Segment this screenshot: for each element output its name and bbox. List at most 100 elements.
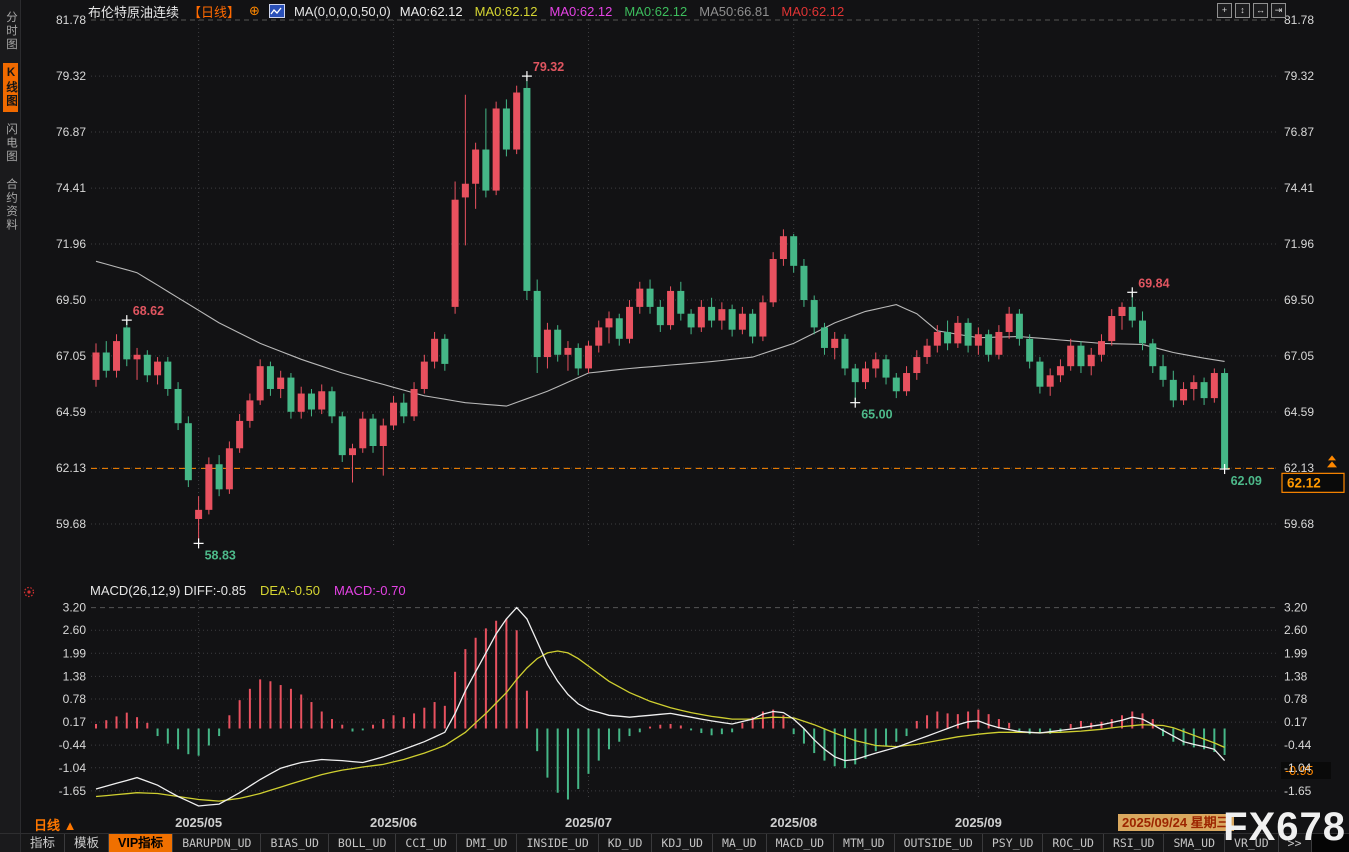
ma-value-4: MA50:66.81 bbox=[699, 4, 769, 19]
chart-toolbar: +↕↔⇥ bbox=[1217, 3, 1286, 18]
month-label-4: 2025/09 bbox=[943, 815, 1013, 830]
svg-text:0.78: 0.78 bbox=[63, 692, 87, 706]
tab-kdj_ud[interactable]: KDJ_UD bbox=[652, 834, 713, 852]
macd-macd-label: MACD:-0.70 bbox=[334, 583, 406, 598]
tab-inside_ud[interactable]: INSIDE_UD bbox=[517, 834, 598, 852]
candlestick-macd-chart[interactable]: 62.1281.7881.7879.3279.3276.8776.8774.41… bbox=[0, 0, 1349, 852]
tab-barupdn_ud[interactable]: BARUPDN_UD bbox=[173, 834, 261, 852]
tab-outside_ud[interactable]: OUTSIDE_UD bbox=[895, 834, 983, 852]
tab-sma_ud[interactable]: SMA_UD bbox=[1164, 834, 1225, 852]
candles bbox=[93, 76, 1229, 543]
ma-settings-label: MA(0,0,0,0,50,0) bbox=[294, 4, 391, 19]
svg-text:67.05: 67.05 bbox=[56, 349, 86, 363]
macd-legend-bar: MACD(26,12,9) DIFF:-0.85 DEA:-0.50 MACD:… bbox=[90, 583, 406, 598]
ma-value-5: MA0:62.12 bbox=[781, 4, 844, 19]
svg-text:62.13: 62.13 bbox=[56, 461, 86, 475]
svg-text:1.38: 1.38 bbox=[1284, 669, 1308, 683]
svg-text:68.62: 68.62 bbox=[133, 304, 164, 318]
period-axis-label[interactable]: 日线 ▲ bbox=[34, 815, 77, 834]
svg-text:67.05: 67.05 bbox=[1284, 349, 1314, 363]
svg-text:81.78: 81.78 bbox=[56, 13, 86, 27]
trading-app-window: 62.1281.7881.7879.3279.3276.8776.8774.41… bbox=[0, 0, 1349, 852]
macd-pane: -0.95 bbox=[96, 608, 1331, 806]
svg-text:69.50: 69.50 bbox=[1284, 293, 1314, 307]
sidebar-item-0[interactable]: 分时图 bbox=[3, 7, 18, 56]
month-label-2: 2025/07 bbox=[553, 815, 623, 830]
svg-text:74.41: 74.41 bbox=[56, 181, 86, 195]
tab-roc_ud[interactable]: ROC_UD bbox=[1043, 834, 1104, 852]
tab-kd_ud[interactable]: KD_UD bbox=[599, 834, 653, 852]
month-label-3: 2025/08 bbox=[759, 815, 829, 830]
macd-dea-label: DEA:-0.50 bbox=[260, 583, 320, 598]
sidebar-item-2[interactable]: 闪电图 bbox=[3, 119, 18, 168]
svg-text:-1.04: -1.04 bbox=[59, 761, 87, 775]
tab-[interactable]: 指标 bbox=[21, 834, 65, 852]
svg-text:1.99: 1.99 bbox=[1284, 646, 1308, 660]
month-label-0: 2025/05 bbox=[164, 815, 234, 830]
svg-text:59.68: 59.68 bbox=[1284, 517, 1314, 531]
svg-text:69.50: 69.50 bbox=[56, 293, 86, 307]
tab-macd_ud[interactable]: MACD_UD bbox=[767, 834, 834, 852]
svg-text:59.68: 59.68 bbox=[56, 517, 86, 531]
svg-text:62.09: 62.09 bbox=[1231, 474, 1262, 488]
instrument-title: 布伦特原油连续 bbox=[88, 2, 179, 21]
svg-text:71.96: 71.96 bbox=[56, 237, 86, 251]
tab-[interactable]: 模板 bbox=[65, 834, 109, 852]
fit-horizontal-icon[interactable]: ↔ bbox=[1253, 3, 1268, 18]
svg-text:0.78: 0.78 bbox=[1284, 692, 1308, 706]
add-indicator-icon[interactable]: ⊕ bbox=[249, 3, 260, 19]
ma-value-2: MA0:62.12 bbox=[550, 4, 613, 19]
tab-psy_ud[interactable]: PSY_UD bbox=[983, 834, 1044, 852]
tab-bias_ud[interactable]: BIAS_UD bbox=[261, 834, 328, 852]
svg-text:76.87: 76.87 bbox=[1284, 125, 1314, 139]
fit-vertical-icon[interactable]: ↕ bbox=[1235, 3, 1250, 18]
layout-grid-icon[interactable]: + bbox=[1217, 3, 1232, 18]
svg-text:-1.65: -1.65 bbox=[59, 784, 87, 798]
tab-boll_ud[interactable]: BOLL_UD bbox=[329, 834, 396, 852]
svg-text:64.59: 64.59 bbox=[56, 405, 86, 419]
scroll-to-end-icon[interactable]: ⇥ bbox=[1271, 3, 1286, 18]
tab-dmi_ud[interactable]: DMI_UD bbox=[457, 834, 518, 852]
svg-text:79.32: 79.32 bbox=[56, 69, 86, 83]
svg-text:81.78: 81.78 bbox=[1284, 13, 1314, 27]
month-label-1: 2025/06 bbox=[359, 815, 429, 830]
tab-mtm_ud[interactable]: MTM_UD bbox=[834, 834, 895, 852]
ma50-line bbox=[96, 261, 1225, 406]
diff-line bbox=[96, 608, 1225, 806]
period-tag[interactable]: 【日线】 bbox=[188, 2, 240, 21]
svg-text:79.32: 79.32 bbox=[1284, 69, 1314, 83]
macd-formula-diff-label: MACD(26,12,9) DIFF:-0.85 bbox=[90, 583, 246, 598]
svg-text:-1.65: -1.65 bbox=[1284, 784, 1312, 798]
svg-text:1.99: 1.99 bbox=[63, 646, 87, 660]
svg-text:1.38: 1.38 bbox=[63, 669, 87, 683]
price-axis-labels: 81.7881.7879.3279.3276.8776.8774.4174.41… bbox=[56, 13, 1314, 531]
tabbar-corner bbox=[0, 834, 21, 852]
tab-cci_ud[interactable]: CCI_UD bbox=[396, 834, 457, 852]
svg-text:2.60: 2.60 bbox=[1284, 623, 1308, 637]
svg-text:3.20: 3.20 bbox=[1284, 601, 1308, 615]
ma-values: MA0:62.12 MA0:62.12 MA0:62.12 MA0:62.12 MA50… bbox=[400, 4, 844, 19]
tab-ma_ud[interactable]: MA_UD bbox=[713, 834, 767, 852]
chart-type-icon[interactable] bbox=[269, 4, 285, 18]
chart-type-sidebar: 分时图 K线图闪电图合约资料 bbox=[0, 0, 21, 852]
ma-value-0: MA0:62.12 bbox=[400, 4, 463, 19]
svg-text:0.17: 0.17 bbox=[63, 715, 87, 729]
tab-vip[interactable]: VIP指标 bbox=[109, 834, 173, 852]
tab-rsi_ud[interactable]: RSI_UD bbox=[1104, 834, 1165, 852]
svg-text:2.60: 2.60 bbox=[63, 623, 87, 637]
svg-text:79.32: 79.32 bbox=[533, 60, 564, 74]
svg-text:71.96: 71.96 bbox=[1284, 237, 1314, 251]
last-date-label: 2025/09/24 星期三 bbox=[1118, 814, 1234, 831]
svg-text:64.59: 64.59 bbox=[1284, 405, 1314, 419]
price-annotations: 68.6258.8379.3265.0069.8462.09 bbox=[122, 60, 1262, 562]
sidebar-item-3[interactable]: 合约资料 bbox=[3, 174, 18, 236]
svg-text:62.13: 62.13 bbox=[1284, 461, 1314, 475]
fx678-watermark: FX678 bbox=[1223, 807, 1346, 847]
chart-layers: 62.12 bbox=[91, 20, 1344, 800]
svg-text:-0.44: -0.44 bbox=[1284, 738, 1312, 752]
sidebar-item-1[interactable]: K线图 bbox=[3, 63, 18, 112]
ma-value-3: MA0:62.12 bbox=[624, 4, 687, 19]
svg-text:0.17: 0.17 bbox=[1284, 715, 1308, 729]
svg-text:-1.04: -1.04 bbox=[1284, 761, 1312, 775]
indicator-tab-bar: 指标模板VIP指标BARUPDN_UDBIAS_UDBOLL_UDCCI_UDD… bbox=[0, 833, 1349, 852]
